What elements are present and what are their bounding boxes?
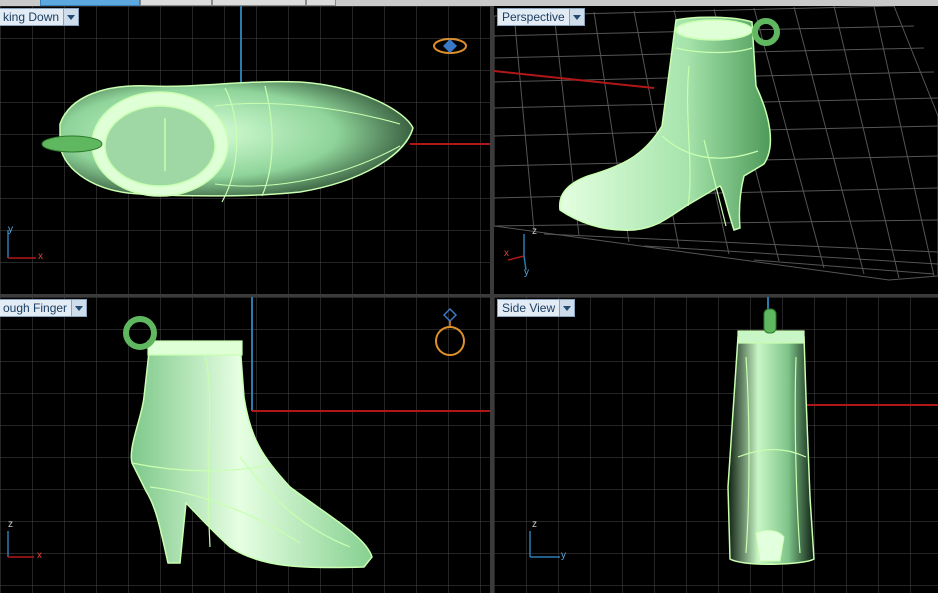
- axis-label-y: y: [524, 267, 529, 278]
- viewport-title: Perspective: [502, 10, 565, 24]
- chevron-down-icon[interactable]: [71, 300, 87, 316]
- viewport-looking-down[interactable]: y x king Down: [0, 6, 490, 294]
- axis-label-y: y: [8, 224, 13, 235]
- viewport-through-finger[interactable]: z x ough Finger: [0, 297, 490, 593]
- axis-label-x: x: [504, 248, 509, 259]
- viewport-title: Side View: [502, 301, 556, 315]
- chevron-down-icon[interactable]: [568, 9, 584, 25]
- axis-label-x: x: [38, 251, 43, 262]
- ring-loop: [763, 308, 777, 334]
- viewport-title: king Down: [3, 10, 60, 24]
- viewport-side-view[interactable]: z y Side View: [494, 297, 938, 593]
- chevron-down-icon[interactable]: [63, 9, 79, 25]
- grid-canvas: [494, 297, 938, 593]
- boot-model-side[interactable]: [727, 308, 815, 565]
- axis-label-z: z: [532, 226, 537, 237]
- axis-label-y: y: [561, 550, 566, 561]
- axis-label-z: z: [8, 519, 13, 530]
- ring-loop: [41, 135, 103, 153]
- viewport-menu-looking-down[interactable]: king Down: [0, 8, 80, 26]
- viewport-menu-perspective[interactable]: Perspective: [497, 8, 585, 26]
- viewport-menu-side-view[interactable]: Side View: [497, 299, 576, 317]
- grid-canvas: [0, 6, 490, 294]
- grid-canvas: [494, 6, 938, 294]
- viewport-menu-through-finger[interactable]: ough Finger: [0, 299, 88, 317]
- viewport-perspective[interactable]: z x y Perspective: [494, 6, 938, 294]
- viewport-title: ough Finger: [3, 301, 68, 315]
- axis-label-z: z: [532, 519, 537, 530]
- chevron-down-icon[interactable]: [559, 300, 575, 316]
- grid-canvas: [0, 297, 490, 593]
- axis-label-x: x: [37, 550, 42, 561]
